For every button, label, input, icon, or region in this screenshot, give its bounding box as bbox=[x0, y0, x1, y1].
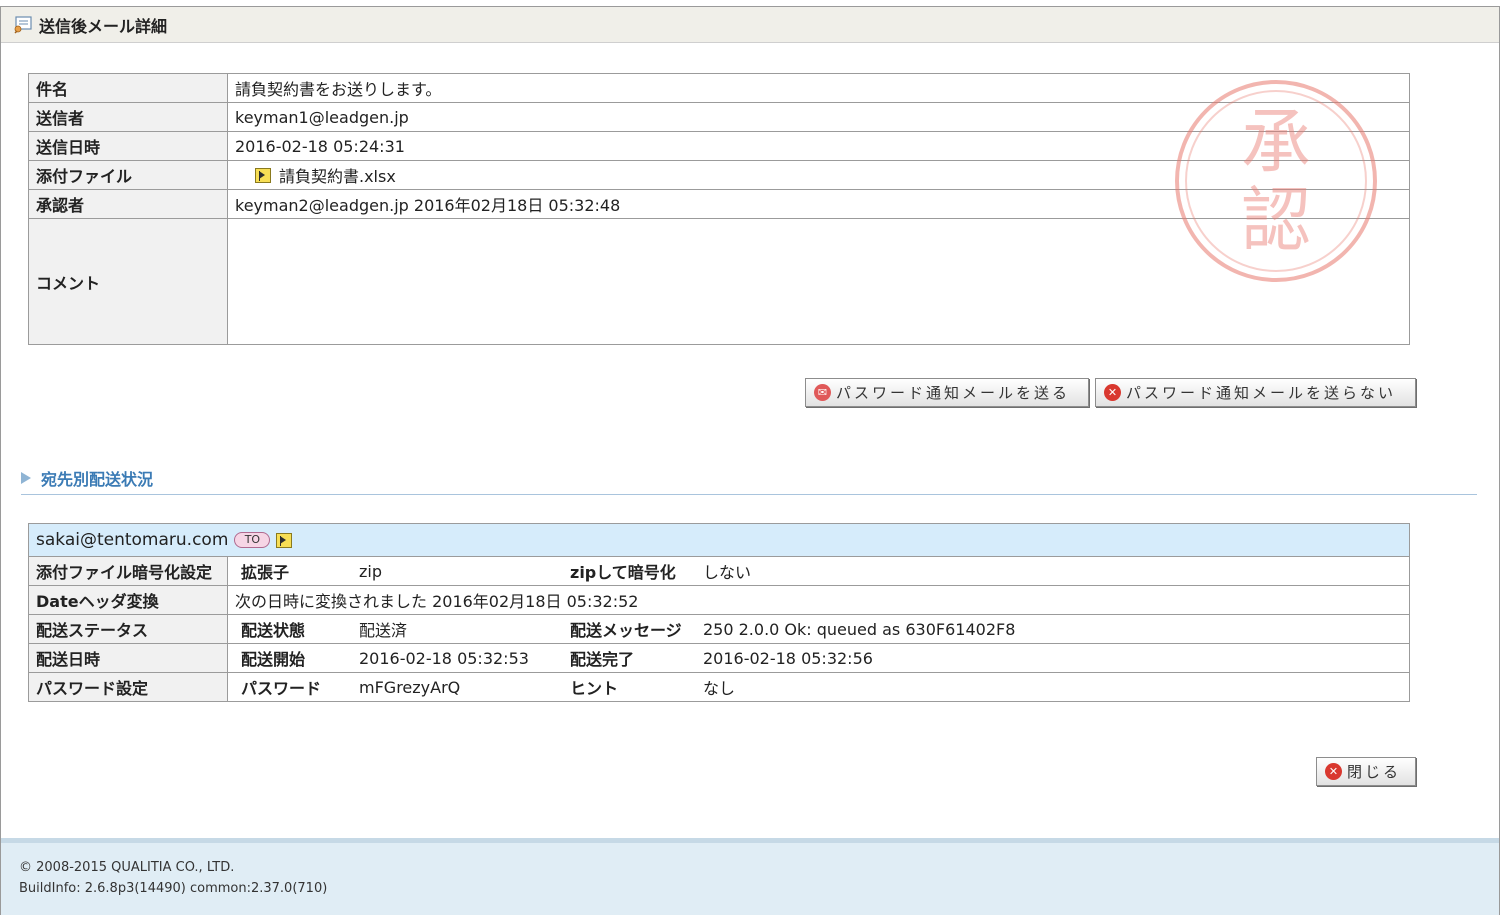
build-info-text: BuildInfo: 2.6.8p3(14490) common:2.37.0(… bbox=[19, 881, 328, 896]
delivery-status-table: sakai@tentomaru.com TO 添付ファイル暗号化設定 拡張子 z… bbox=[28, 523, 1410, 702]
status-value: 配送済 bbox=[359, 621, 408, 640]
start-key: 配送開始 bbox=[241, 650, 306, 669]
status-label: 配送ステータス bbox=[28, 614, 228, 644]
close-button[interactable]: ✕ 閉じる bbox=[1316, 757, 1416, 786]
footer: © 2008-2015 QUALITIA CO., LTD. BuildInfo… bbox=[1, 838, 1499, 915]
comment-label: コメント bbox=[28, 218, 228, 345]
dont-send-password-notice-button[interactable]: ✕ パスワード通知メールを送らない bbox=[1095, 378, 1416, 407]
sent-at-row: 送信日時 2016-02-18 05:24:31 bbox=[28, 131, 1410, 161]
mail-detail-table: 件名 請負契約書をお送りします。 送信者 keyman1@leadgen.jp … bbox=[28, 73, 1410, 345]
password-value: mFGrezyArQ bbox=[359, 677, 461, 697]
delivery-status-section-header: 宛先別配送状況 bbox=[21, 466, 153, 490]
message-value: 250 2.0.0 Ok: queued as 630F61402F8 bbox=[703, 619, 1016, 639]
password-key: パスワード bbox=[241, 679, 322, 698]
sender-label: 送信者 bbox=[28, 102, 228, 132]
dont-send-password-notice-label: パスワード通知メールを送らない bbox=[1126, 384, 1397, 402]
date-header-value: 次の日時に変換されました 2016年02月18日 05:32:52 bbox=[227, 585, 1410, 615]
hint-value: なし bbox=[703, 679, 736, 698]
start-value: 2016-02-18 05:32:53 bbox=[359, 648, 529, 668]
password-label: パスワード設定 bbox=[28, 672, 228, 702]
delivery-time-label: 配送日時 bbox=[28, 643, 228, 673]
end-value: 2016-02-18 05:32:56 bbox=[703, 648, 873, 668]
encryption-label: 添付ファイル暗号化設定 bbox=[28, 556, 228, 586]
sent-at-value: 2016-02-18 05:24:31 bbox=[227, 131, 1410, 161]
triangle-right-icon bbox=[21, 472, 31, 484]
recipient-row: sakai@tentomaru.com TO bbox=[28, 523, 1410, 557]
delivery-time-row: 配送日時 配送開始 2016-02-18 05:32:53 配送完了 2016-… bbox=[28, 643, 1410, 673]
zip-encrypt-key: zipして暗号化 bbox=[570, 563, 676, 582]
send-password-notice-button[interactable]: ✉ パスワード通知メールを送る bbox=[805, 378, 1089, 407]
message-key: 配送メッセージ bbox=[570, 621, 682, 640]
comment-row: コメント bbox=[28, 218, 1410, 345]
approver-label: 承認者 bbox=[28, 189, 228, 219]
main-window: 送信後メール詳細 件名 請負契約書をお送りします。 送信者 keyman1@le… bbox=[0, 6, 1500, 915]
extension-value: zip bbox=[359, 561, 382, 581]
subject-row: 件名 請負契約書をお送りします。 bbox=[28, 73, 1410, 103]
end-key: 配送完了 bbox=[570, 650, 635, 669]
copyright-text: © 2008-2015 QUALITIA CO., LTD. bbox=[19, 860, 235, 875]
attachment-row: 添付ファイル 請負契約書.xlsx bbox=[28, 160, 1410, 190]
page-title: 送信後メール詳細 bbox=[39, 16, 168, 36]
comment-value bbox=[227, 218, 1410, 345]
attachment-file-icon bbox=[255, 167, 271, 183]
approver-value: keyman2@leadgen.jp 2016年02月18日 05:32:48 bbox=[227, 189, 1410, 219]
title-bar: 送信後メール詳細 bbox=[1, 7, 1499, 43]
encryption-row: 添付ファイル暗号化設定 拡張子 zip zipして暗号化 しない bbox=[28, 556, 1410, 586]
date-header-row: Dateヘッダ変換 次の日時に変換されました 2016年02月18日 05:32… bbox=[28, 585, 1410, 615]
approver-row: 承認者 keyman2@leadgen.jp 2016年02月18日 05:32… bbox=[28, 189, 1410, 219]
recipient-address: sakai@tentomaru.com bbox=[36, 530, 229, 550]
send-password-notice-label: パスワード通知メールを送る bbox=[836, 384, 1071, 402]
status-key: 配送状態 bbox=[241, 621, 306, 640]
attachment-file-icon bbox=[276, 532, 293, 548]
close-label: 閉じる bbox=[1347, 763, 1402, 781]
date-header-label: Dateヘッダ変換 bbox=[28, 585, 228, 615]
sent-at-label: 送信日時 bbox=[28, 131, 228, 161]
attachment-filename[interactable]: 請負契約書.xlsx bbox=[279, 163, 396, 187]
attachment-link[interactable]: 請負契約書.xlsx bbox=[235, 163, 1402, 187]
zip-encrypt-value: しない bbox=[703, 563, 752, 582]
password-row: パスワード設定 パスワード mFGrezyArQ ヒント なし bbox=[28, 672, 1410, 702]
section-divider bbox=[21, 494, 1477, 495]
close-icon: ✕ bbox=[1325, 763, 1342, 780]
hint-key: ヒント bbox=[570, 679, 619, 698]
mail-icon: ✉ bbox=[814, 384, 831, 401]
status-row: 配送ステータス 配送状態 配送済 配送メッセージ 250 2.0.0 Ok: q… bbox=[28, 614, 1410, 644]
sender-row: 送信者 keyman1@leadgen.jp bbox=[28, 102, 1410, 132]
cancel-icon: ✕ bbox=[1104, 384, 1121, 401]
recipient-type-badge: TO bbox=[234, 532, 271, 548]
attachment-label: 添付ファイル bbox=[28, 160, 228, 190]
section-title: 宛先別配送状況 bbox=[41, 470, 154, 489]
subject-value: 請負契約書をお送りします。 bbox=[227, 73, 1410, 103]
extension-key: 拡張子 bbox=[241, 563, 290, 582]
sender-value: keyman1@leadgen.jp bbox=[227, 102, 1410, 132]
subject-label: 件名 bbox=[28, 73, 228, 103]
mail-detail-icon bbox=[13, 15, 33, 34]
